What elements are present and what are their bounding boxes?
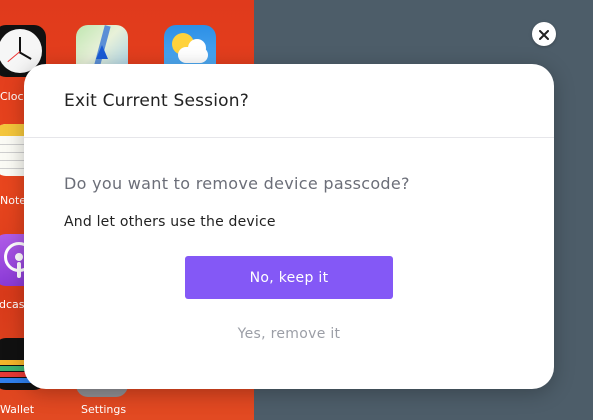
dialog-subtitle: And let others use the device: [64, 214, 276, 230]
close-icon: [539, 25, 549, 44]
remove-passcode-button[interactable]: Yes, remove it: [185, 316, 393, 352]
wallet-app-label: Wallet: [0, 403, 35, 416]
dialog-header: Exit Current Session?: [24, 64, 554, 138]
exit-session-dialog: Exit Current Session? Do you want to rem…: [24, 64, 554, 389]
settings-app-label: Settings: [81, 403, 127, 416]
close-button[interactable]: [532, 22, 556, 46]
keep-passcode-button[interactable]: No, keep it: [185, 256, 393, 299]
dialog-title: Exit Current Session?: [64, 90, 249, 111]
dialog-question: Do you want to remove device passcode?: [64, 174, 410, 193]
